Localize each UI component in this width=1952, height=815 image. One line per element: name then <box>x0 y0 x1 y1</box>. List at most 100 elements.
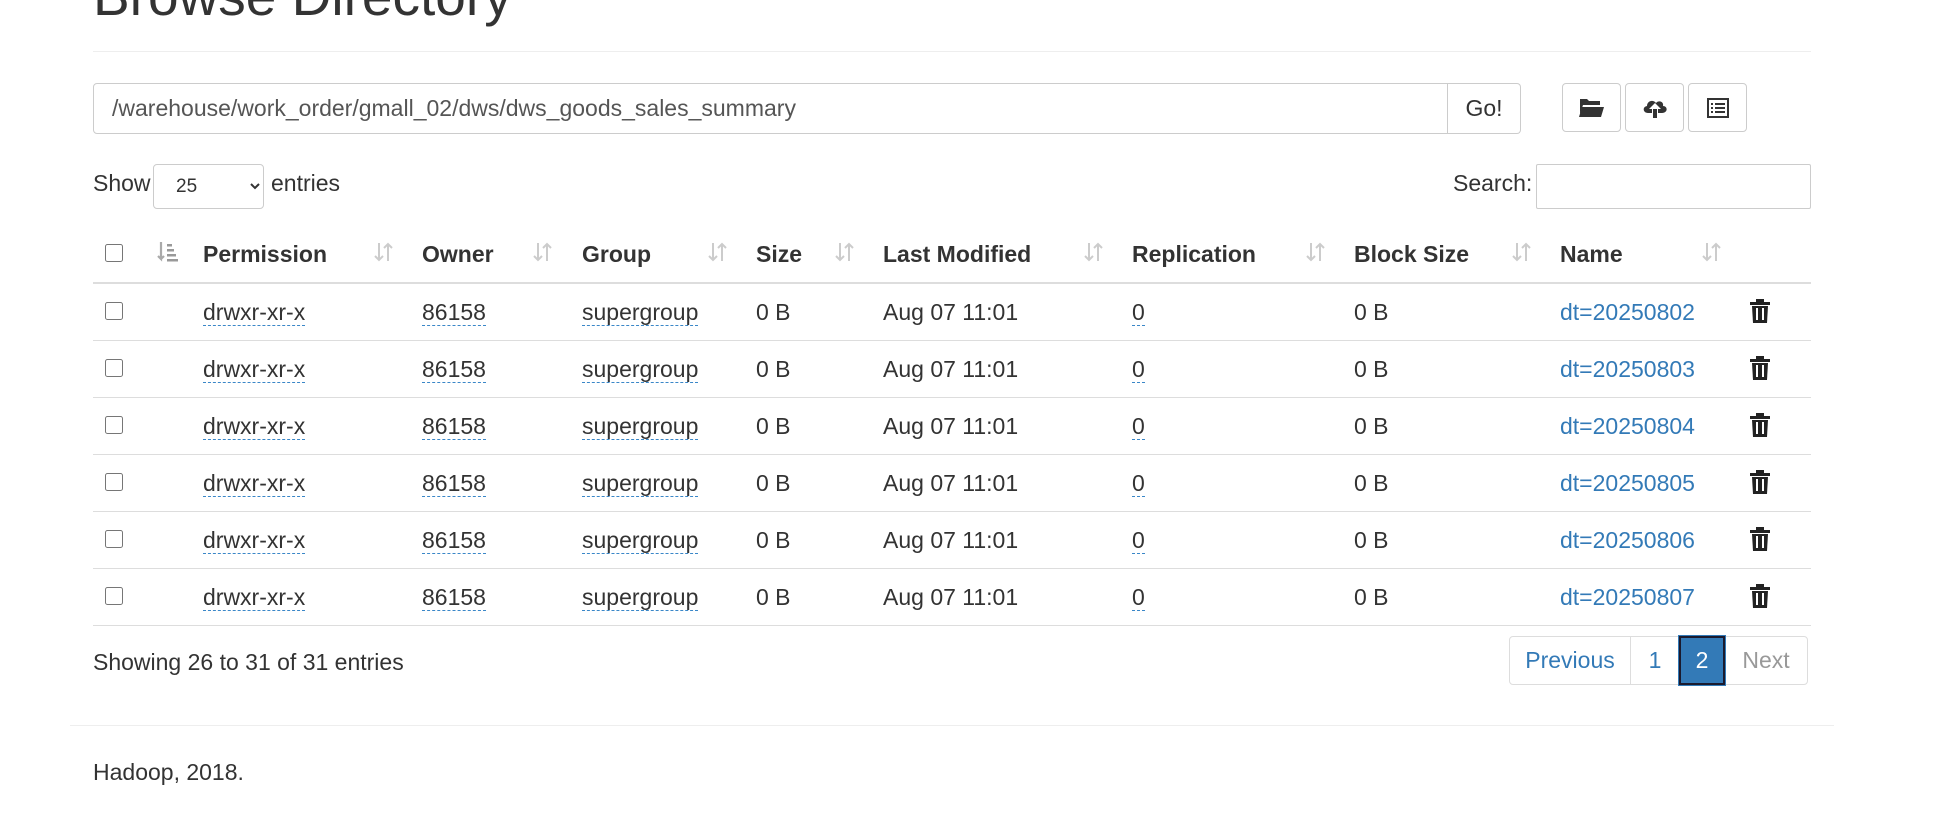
block-size-value: 0 B <box>1354 584 1389 610</box>
header-name[interactable]: Name <box>1560 226 1623 282</box>
owner-value[interactable]: 86158 <box>422 584 486 611</box>
owner-value[interactable]: 86158 <box>422 527 486 554</box>
last-modified-value: Aug 07 11:01 <box>883 299 1019 325</box>
trash-icon[interactable] <box>1749 412 1771 443</box>
replication-value[interactable]: 0 <box>1132 527 1145 554</box>
directory-name-link[interactable]: dt=20250806 <box>1560 527 1695 553</box>
replication-value[interactable]: 0 <box>1132 584 1145 611</box>
footer-text: Hadoop, 2018. <box>93 759 244 785</box>
last-modified-value: Aug 07 11:01 <box>883 470 1019 496</box>
table-header: Permission Owner Group Size Last Modifie… <box>93 226 1811 284</box>
size-value: 0 B <box>756 299 791 325</box>
header-size[interactable]: Size <box>756 226 802 282</box>
directory-name-link[interactable]: dt=20250803 <box>1560 356 1695 382</box>
trash-icon[interactable] <box>1749 583 1771 614</box>
pagination: Previous 1 2 Next <box>1509 636 1808 685</box>
sort-both-icon[interactable] <box>1701 240 1723 269</box>
sort-both-icon[interactable] <box>834 240 856 269</box>
permission-value[interactable]: drwxr-xr-x <box>203 413 306 440</box>
header-group[interactable]: Group <box>582 226 651 282</box>
replication-value[interactable]: 0 <box>1132 299 1145 326</box>
replication-value[interactable]: 0 <box>1132 470 1145 497</box>
header-block-size[interactable]: Block Size <box>1354 226 1469 282</box>
select-all-checkbox[interactable] <box>105 244 123 262</box>
owner-value[interactable]: 86158 <box>422 356 486 383</box>
permission-value[interactable]: drwxr-xr-x <box>203 584 306 611</box>
trash-icon[interactable] <box>1749 469 1771 500</box>
table-row: drwxr-xr-x 86158 supergroup 0 B Aug 07 1… <box>93 398 1811 455</box>
row-checkbox[interactable] <box>105 473 123 491</box>
block-size-value: 0 B <box>1354 356 1389 382</box>
row-checkbox[interactable] <box>105 587 123 605</box>
last-modified-value: Aug 07 11:01 <box>883 413 1019 439</box>
go-button[interactable]: Go! <box>1448 83 1521 134</box>
table-row: drwxr-xr-x 86158 supergroup 0 B Aug 07 1… <box>93 569 1811 626</box>
block-size-value: 0 B <box>1354 413 1389 439</box>
row-checkbox[interactable] <box>105 530 123 548</box>
permission-value[interactable]: drwxr-xr-x <box>203 299 306 326</box>
directory-name-link[interactable]: dt=20250805 <box>1560 470 1695 496</box>
row-checkbox[interactable] <box>105 359 123 377</box>
file-table: Permission Owner Group Size Last Modifie… <box>93 226 1811 626</box>
header-last-modified[interactable]: Last Modified <box>883 226 1031 282</box>
cut-paste-button[interactable] <box>1688 83 1747 132</box>
path-bar: Go! <box>93 83 1521 134</box>
list-alt-icon <box>1706 97 1729 118</box>
sort-both-icon[interactable] <box>532 240 554 269</box>
owner-value[interactable]: 86158 <box>422 299 486 326</box>
owner-value[interactable]: 86158 <box>422 413 486 440</box>
permission-value[interactable]: drwxr-xr-x <box>203 470 306 497</box>
group-value[interactable]: supergroup <box>582 356 699 383</box>
directory-path-input[interactable] <box>93 83 1448 134</box>
pagination-previous[interactable]: Previous <box>1509 636 1631 685</box>
last-modified-value: Aug 07 11:01 <box>883 527 1019 553</box>
create-directory-button[interactable] <box>1562 83 1621 132</box>
table-row: drwxr-xr-x 86158 supergroup 0 B Aug 07 1… <box>93 284 1811 341</box>
table-row: drwxr-xr-x 86158 supergroup 0 B Aug 07 1… <box>93 512 1811 569</box>
search-input[interactable] <box>1536 164 1811 209</box>
block-size-value: 0 B <box>1354 470 1389 496</box>
trash-icon[interactable] <box>1749 526 1771 557</box>
group-value[interactable]: supergroup <box>582 413 699 440</box>
permission-value[interactable]: drwxr-xr-x <box>203 527 306 554</box>
row-checkbox[interactable] <box>105 416 123 434</box>
upload-files-button[interactable] <box>1625 83 1684 132</box>
replication-value[interactable]: 0 <box>1132 356 1145 383</box>
sort-both-icon[interactable] <box>1083 240 1105 269</box>
last-modified-value: Aug 07 11:01 <box>883 356 1019 382</box>
pagination-page-2[interactable]: 2 <box>1679 636 1725 685</box>
directory-name-link[interactable]: dt=20250804 <box>1560 413 1695 439</box>
group-value[interactable]: supergroup <box>582 584 699 611</box>
entries-per-page-select[interactable]: 25 <box>153 164 264 209</box>
permission-value[interactable]: drwxr-xr-x <box>203 356 306 383</box>
directory-name-link[interactable]: dt=20250807 <box>1560 584 1695 610</box>
page-title: Browse Directory <box>93 0 512 26</box>
owner-value[interactable]: 86158 <box>422 470 486 497</box>
trash-icon[interactable] <box>1749 355 1771 386</box>
sort-both-icon[interactable] <box>707 240 729 269</box>
group-value[interactable]: supergroup <box>582 527 699 554</box>
replication-value[interactable]: 0 <box>1132 413 1145 440</box>
pagination-page-1[interactable]: 1 <box>1630 636 1680 685</box>
sort-both-icon[interactable] <box>373 240 395 269</box>
title-divider <box>93 51 1811 52</box>
last-modified-value: Aug 07 11:01 <box>883 584 1019 610</box>
table-row: drwxr-xr-x 86158 supergroup 0 B Aug 07 1… <box>93 341 1811 398</box>
directory-name-link[interactable]: dt=20250802 <box>1560 299 1695 325</box>
trash-icon[interactable] <box>1749 298 1771 329</box>
folder-open-icon <box>1578 98 1604 117</box>
header-replication[interactable]: Replication <box>1132 226 1256 282</box>
sort-ascending-icon[interactable] <box>156 240 180 269</box>
size-value: 0 B <box>756 470 791 496</box>
pagination-next[interactable]: Next <box>1724 636 1808 685</box>
size-value: 0 B <box>756 413 791 439</box>
block-size-value: 0 B <box>1354 299 1389 325</box>
header-owner[interactable]: Owner <box>422 226 494 282</box>
header-permission[interactable]: Permission <box>203 226 327 282</box>
sort-both-icon[interactable] <box>1305 240 1327 269</box>
sort-both-icon[interactable] <box>1511 240 1533 269</box>
group-value[interactable]: supergroup <box>582 299 699 326</box>
row-checkbox[interactable] <box>105 302 123 320</box>
show-label: Show <box>93 170 151 196</box>
group-value[interactable]: supergroup <box>582 470 699 497</box>
